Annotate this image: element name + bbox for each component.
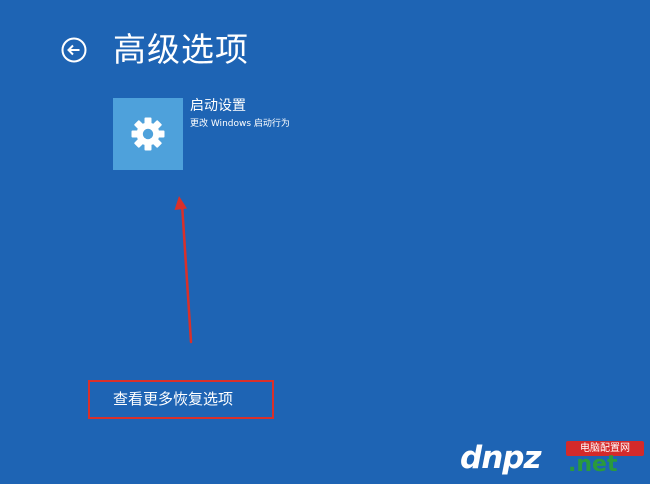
watermark-domain: .net xyxy=(568,452,618,477)
annotation-arrow xyxy=(174,196,193,344)
site-watermark: dnpz 电脑配置网 .net xyxy=(460,438,646,480)
back-button[interactable] xyxy=(61,37,87,63)
startup-settings-option[interactable]: 启动设置 更改 Windows 启动行为 xyxy=(113,98,333,172)
option-title: 启动设置 xyxy=(190,98,246,114)
startup-settings-tile xyxy=(113,98,183,170)
option-description: 更改 Windows 启动行为 xyxy=(190,119,290,129)
watermark-logo-text: dnpz xyxy=(460,440,541,476)
page-title: 高级选项 xyxy=(113,30,249,69)
back-arrow-circle-icon xyxy=(61,37,87,63)
gear-icon xyxy=(131,117,165,151)
more-recovery-options-link[interactable]: 查看更多恢复选项 xyxy=(88,380,274,419)
